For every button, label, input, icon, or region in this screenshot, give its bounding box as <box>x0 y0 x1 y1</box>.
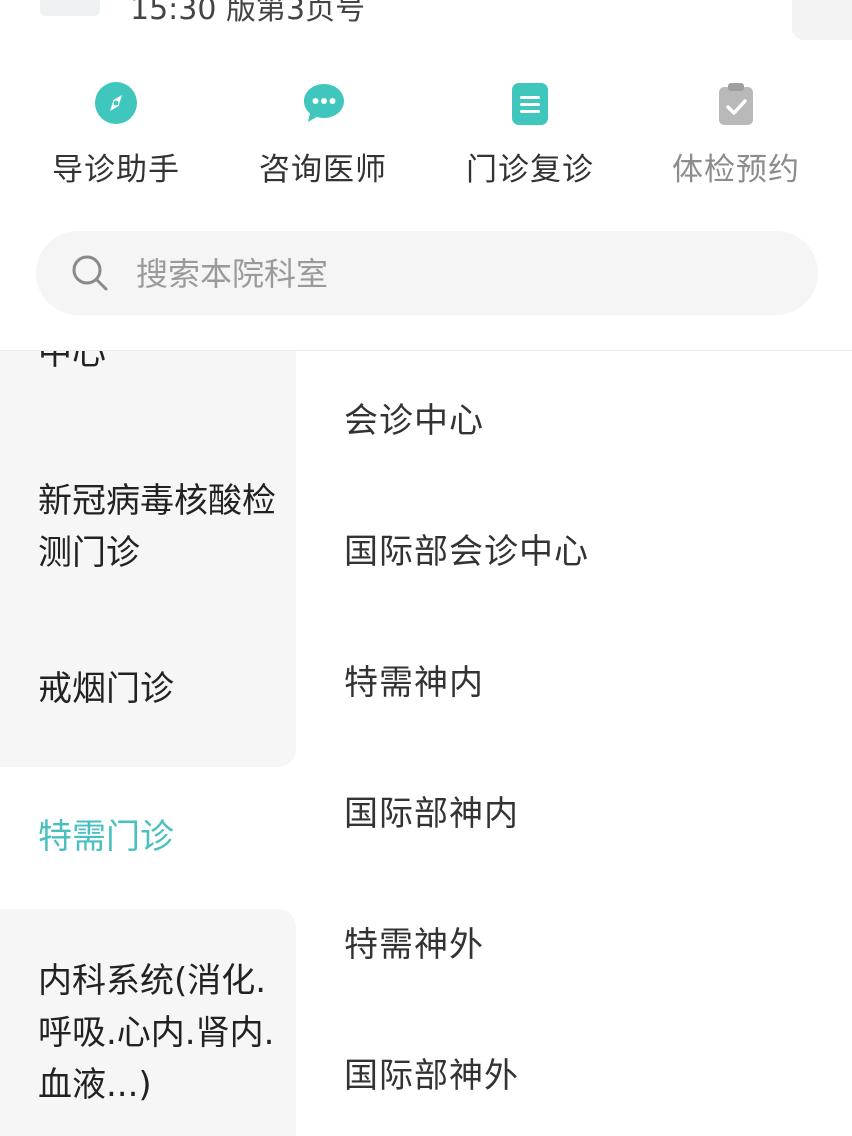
header-side-pill <box>792 0 852 40</box>
category-list: 中心 新冠病毒核酸检测门诊 戒烟门诊 特需门诊 内科系统(消化.呼吸.心内.肾内… <box>0 351 296 1136</box>
header-partial-text: 15:30 版第3页号 <box>130 0 366 27</box>
quick-action-guide[interactable]: 导诊助手 <box>26 82 206 189</box>
quick-action-revisit[interactable]: 门诊复诊 <box>440 82 620 189</box>
category-label: 新冠病毒核酸检测门诊 <box>38 481 276 573</box>
department-item[interactable]: 国际部神外 <box>344 1048 519 1097</box>
category-item-active[interactable]: 特需门诊 <box>0 767 296 909</box>
department-item[interactable]: 国际部神内 <box>344 786 519 835</box>
quick-action-label: 体检预约 <box>672 152 800 188</box>
department-item[interactable]: 会诊中心 <box>344 393 484 442</box>
category-label: 戒烟门诊 <box>38 669 174 709</box>
quick-action-consult[interactable]: 咨询医师 <box>233 82 413 189</box>
category-label: 内科系统(消化.呼吸.心内.肾内.血液...) <box>38 961 275 1105</box>
quick-actions: 导诊助手 咨询医师 门诊复诊 体检预约 <box>0 82 852 192</box>
department-item[interactable]: 特需神外 <box>344 917 484 966</box>
category-label: 中心 <box>38 351 106 373</box>
quick-action-label: 导诊助手 <box>52 152 180 188</box>
search-icon <box>70 253 110 293</box>
quick-action-label: 咨询医师 <box>259 152 387 188</box>
clipboard-check-icon <box>715 82 757 125</box>
category-item[interactable]: 新冠病毒核酸检测门诊 <box>0 453 296 593</box>
header-thumbnail <box>40 0 100 16</box>
department-list: 会诊中心 国际部会诊中心 特需神内 国际部神内 特需神外 国际部神外 <box>296 351 852 1136</box>
quick-action-label: 门诊复诊 <box>466 152 594 188</box>
partial-header: 15:30 版第3页号 <box>0 0 852 40</box>
search-input[interactable] <box>134 249 778 299</box>
category-item[interactable]: 戒烟门诊 <box>0 593 296 767</box>
category-label: 特需门诊 <box>38 817 174 857</box>
quick-action-checkup[interactable]: 体检预约 <box>646 82 826 189</box>
search-bar[interactable] <box>36 231 818 315</box>
category-item[interactable]: 中心 <box>0 351 296 453</box>
department-item[interactable]: 国际部会诊中心 <box>344 524 589 573</box>
document-list-icon <box>509 82 551 125</box>
category-item[interactable]: 内科系统(消化.呼吸.心内.肾内.血液...) <box>0 909 296 1136</box>
chat-bubble-icon <box>302 82 344 124</box>
department-item[interactable]: 特需神内 <box>344 655 484 704</box>
compass-icon <box>95 82 137 124</box>
